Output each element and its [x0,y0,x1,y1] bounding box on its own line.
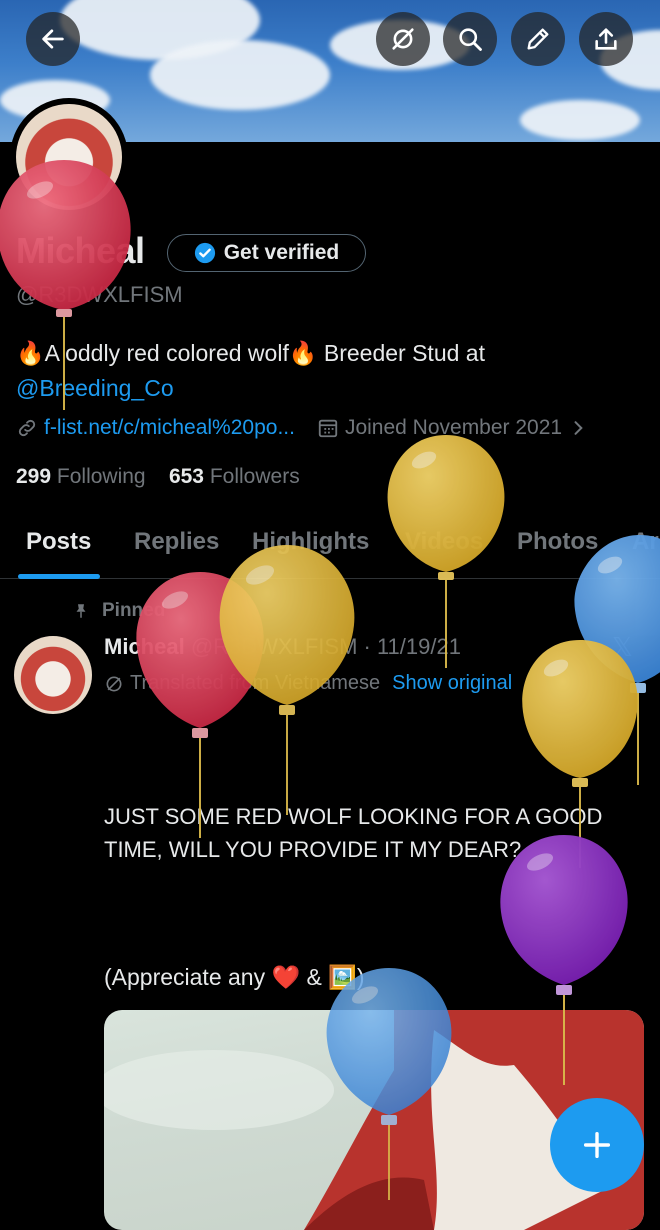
search-button[interactable] [443,12,497,66]
translate-icon [106,676,122,691]
followers-link[interactable]: 653 Followers [169,465,300,488]
bio-text-2: Breeder Stud at [323,340,485,366]
following-link[interactable]: 299 Following [16,465,146,488]
website-link[interactable]: f-list.net/c/micheal%20po... [44,416,295,440]
tab-videos[interactable]: Videos [405,528,483,556]
show-original-link[interactable]: Show original [392,672,512,695]
pin-icon [76,604,86,618]
translated-label: Translated from Vietnamese [130,672,381,694]
arrow-left-icon [42,29,64,49]
fire-icon: 🔥 [16,340,45,366]
profile-name: Micheal [16,230,145,271]
tab-photos[interactable]: Photos [517,528,598,556]
follow-stats: 299 Following 653 Followers [16,465,300,489]
tab-articles[interactable]: Ar [632,528,659,556]
bio-text: A oddly red colored wolf [44,340,289,366]
link-icon [18,419,36,437]
translation-notice: Translated from Vietnamese Show original [104,672,512,695]
bio-mention-link[interactable]: @Breeding_Co [16,375,174,401]
post-avatar[interactable] [14,636,92,714]
plus-icon [583,1131,611,1159]
share-icon [595,28,617,50]
pinned-indicator: Pinned [72,600,165,622]
post-appreciate-text: (Appreciate any ❤️ & 🖼️) [104,964,365,990]
share-button[interactable] [579,12,633,66]
get-verified-button[interactable]: Get verified [167,234,366,272]
post-author[interactable]: Micheal [104,634,185,659]
joined-date: Joined November 2021 [344,416,563,439]
profile-avatar[interactable] [10,98,128,216]
get-verified-label: Get verified [223,241,340,264]
post-handle-date: @R3DWXLFISM · 11/19/21 [190,634,461,659]
verified-badge-icon [194,242,215,264]
profile-handle: @R3DWXLFISM [16,282,183,307]
back-button[interactable] [26,12,80,66]
post-text: JUST SOME RED WOLF LOOKING FOR A GOOD TI… [104,804,603,862]
compose-post-button[interactable] [550,1098,644,1192]
chevron-right-icon[interactable] [568,418,588,438]
edit-icon [527,28,549,50]
no-location-icon [392,28,414,50]
location-off-button[interactable] [376,12,430,66]
x-logo-icon: 𝕏 [612,632,633,662]
profile-tabs: Posts Replies Highlights Videos Photos A… [0,520,660,579]
search-icon [459,28,482,51]
profile-bio: 🔥A oddly red colored wolf🔥 Breeder Stud … [16,336,636,406]
tab-highlights[interactable]: Highlights [252,528,369,556]
profile-meta: f-list.net/c/micheal%20po... Joined Nove… [16,416,588,440]
edit-button[interactable] [511,12,565,66]
calendar-icon [318,419,338,438]
tab-posts[interactable]: Posts [26,528,91,556]
tab-replies[interactable]: Replies [134,528,219,556]
pinned-label: Pinned [102,600,166,621]
active-tab-indicator [18,574,100,579]
post-header: Micheal @R3DWXLFISM · 11/19/21 [104,634,461,660]
fire-icon: 🔥 [288,340,318,366]
